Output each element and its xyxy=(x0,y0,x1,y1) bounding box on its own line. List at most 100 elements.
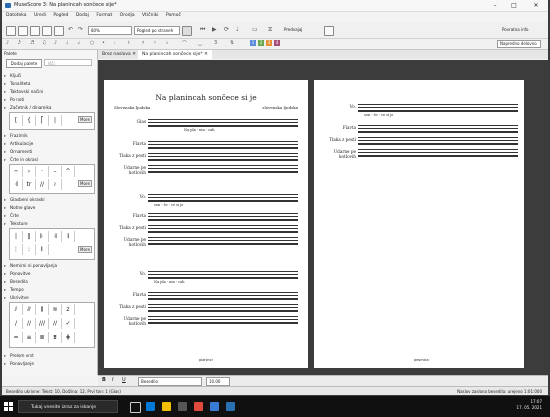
staff[interactable] xyxy=(148,165,298,173)
duration-32nd-icon[interactable]: ♬ xyxy=(30,40,34,46)
staff[interactable] xyxy=(358,104,518,112)
print-icon[interactable] xyxy=(54,26,64,36)
end-repeat-icon[interactable]: 𝄇 xyxy=(49,231,62,242)
tremolo-icon[interactable]: // xyxy=(36,179,49,190)
palette-section-lines[interactable]: Črte in okrasi xyxy=(4,156,38,163)
palette-more-button-3[interactable]: More xyxy=(78,246,92,253)
tab-untitled[interactable]: Brez naslova ✕ xyxy=(98,50,140,59)
save-icon[interactable] xyxy=(30,26,40,36)
staff[interactable] xyxy=(148,119,298,127)
staff[interactable] xyxy=(148,141,298,149)
trill-icon[interactable]: tr xyxy=(23,179,36,190)
metronome-toggle-icon[interactable]: ⧖ xyxy=(268,26,272,34)
palette-more-button-2[interactable]: More xyxy=(78,180,92,187)
close-window-button[interactable]: ✕ xyxy=(529,0,543,11)
palette-section-barlines[interactable]: Črte xyxy=(4,212,19,219)
tremolo-16-icon[interactable]: ⫻ xyxy=(23,304,36,315)
word-icon[interactable] xyxy=(210,402,219,411)
tremolo-half-5-icon[interactable]: ✓ xyxy=(62,318,75,329)
menu-format[interactable]: Format xyxy=(96,13,112,18)
palette-section-repeats[interactable]: Ponovitve xyxy=(4,270,30,277)
chrome-icon[interactable] xyxy=(194,402,203,411)
palette-section-ornaments[interactable]: Ornamenti xyxy=(4,148,32,155)
view-mode-select[interactable]: Pogled po straneh xyxy=(134,26,180,35)
image-capture-icon[interactable] xyxy=(324,26,334,36)
palette-section-keys[interactable]: Tonaliteta xyxy=(4,80,31,87)
workspace-select[interactable]: Napredno delovno xyxy=(497,40,541,48)
staff[interactable] xyxy=(148,194,298,202)
menu-file[interactable]: Datoteka xyxy=(6,13,27,18)
tab-na-planincah[interactable]: Na planincah sončece sije* ✕ xyxy=(138,50,212,59)
palette-section-bends[interactable]: Ukrivitve xyxy=(4,294,29,301)
rewind-icon[interactable]: ⏮ xyxy=(200,26,205,34)
tremolo-between-icon[interactable]: = xyxy=(10,332,23,343)
duration-half-icon[interactable]: 𝅗𝅥 xyxy=(78,40,80,46)
repeat-bar-icon[interactable]: 𝄇 xyxy=(10,179,23,190)
voice-3-button[interactable]: 3 xyxy=(266,40,272,46)
slur-icon[interactable]: ‿ xyxy=(198,40,202,46)
tremolo-half-icon[interactable]: / xyxy=(10,318,23,329)
font-size-input[interactable]: 10.00 xyxy=(206,377,230,386)
tremolo-between-4-icon[interactable]: ⩩ xyxy=(49,332,62,343)
bracket-icon[interactable]: [ xyxy=(10,115,23,126)
sharp-icon[interactable]: ♯ xyxy=(142,40,144,46)
tremolo-half-4-icon[interactable]: ∕∕ xyxy=(49,318,62,329)
menu-edit[interactable]: Uredi xyxy=(34,13,46,18)
clock[interactable]: 17:07 17. 05. 2021 xyxy=(517,399,542,411)
lyrics[interactable]: son - če - ce si je xyxy=(154,203,183,207)
italic-button[interactable]: I xyxy=(112,377,113,383)
staff[interactable] xyxy=(148,153,298,161)
staff[interactable] xyxy=(358,137,518,145)
staff[interactable] xyxy=(148,292,298,300)
brace-icon[interactable]: { xyxy=(23,115,36,126)
store-icon[interactable] xyxy=(178,402,187,411)
duration-quarter-icon[interactable]: ♩ xyxy=(66,40,68,46)
undo-icon[interactable]: ↶ xyxy=(68,26,73,33)
voice-1-button[interactable]: 1 xyxy=(250,40,256,46)
tab-close-icon[interactable]: ✕ xyxy=(132,52,136,57)
dashed-barline-icon[interactable]: ⋮ xyxy=(10,244,23,255)
flat-icon[interactable]: ♭ xyxy=(166,40,168,46)
taskbar-search-input[interactable]: Tukaj vnesite izraz za iskanje xyxy=(18,400,118,413)
palette-section-tempo[interactable]: Tempo xyxy=(4,286,24,293)
fermata-icon[interactable]: 𝄐 xyxy=(10,166,23,177)
tuplet-icon[interactable]: 3 xyxy=(214,40,217,46)
play-icon[interactable]: ▶ xyxy=(212,26,217,33)
file-explorer-icon[interactable] xyxy=(162,402,171,411)
metronome-icon[interactable]: ♩ xyxy=(236,26,239,33)
feedback-button[interactable]: Povratna info xyxy=(502,27,529,32)
tremolo-8-icon[interactable]: ⫽ xyxy=(10,304,23,315)
tenuto-icon[interactable]: – xyxy=(49,166,62,177)
duration-whole-icon[interactable]: ○ xyxy=(90,40,94,46)
rest-icon[interactable]: 𝄽 xyxy=(128,40,130,46)
palette-section-noteheads[interactable]: Notne glave xyxy=(4,204,35,211)
open-file-icon[interactable] xyxy=(18,26,28,36)
menu-plugins[interactable]: Vtičniki xyxy=(142,13,159,18)
redo-icon[interactable]: ↷ xyxy=(78,26,83,33)
new-file-icon[interactable] xyxy=(6,26,16,36)
playback-label[interactable]: Predvajaj xyxy=(284,27,302,32)
pan-icon[interactable]: ▭ xyxy=(252,26,258,33)
palette-section-time[interactable]: Taktovski načini xyxy=(4,88,43,95)
staff[interactable] xyxy=(148,304,298,312)
text-style-select[interactable]: Besedilo xyxy=(138,377,202,386)
edge-icon[interactable] xyxy=(146,402,155,411)
musescore-task-icon[interactable] xyxy=(226,402,235,411)
tremolo-half-3-icon[interactable]: /// xyxy=(36,318,49,329)
cloud-save-icon[interactable] xyxy=(42,26,52,36)
palette-section-layout[interactable]: Teksture xyxy=(4,220,27,227)
line-bracket-icon[interactable]: | xyxy=(49,115,62,126)
loop-icon[interactable]: ⟳ xyxy=(224,26,229,33)
staff[interactable] xyxy=(148,271,298,279)
palette-section-repeats-jumps[interactable]: Nemirni ni ponavljanja xyxy=(4,262,57,269)
staccato-icon[interactable]: · xyxy=(36,166,49,177)
bold-button[interactable]: B xyxy=(102,377,106,383)
palette-section-accidentals[interactable]: Po noti xyxy=(4,96,24,103)
menu-view[interactable]: Pogled xyxy=(53,13,68,18)
final-barline-icon[interactable]: 𝄂 xyxy=(62,231,75,242)
tab-close-icon[interactable]: ✕ xyxy=(204,52,208,57)
underline-button[interactable]: U xyxy=(122,377,126,383)
duration-64th-icon[interactable]: 𝅘𝅥𝅰 xyxy=(18,40,21,46)
tremolo-between-2-icon[interactable]: ≡ xyxy=(23,332,36,343)
double-dot-icon[interactable]: : xyxy=(114,40,116,46)
